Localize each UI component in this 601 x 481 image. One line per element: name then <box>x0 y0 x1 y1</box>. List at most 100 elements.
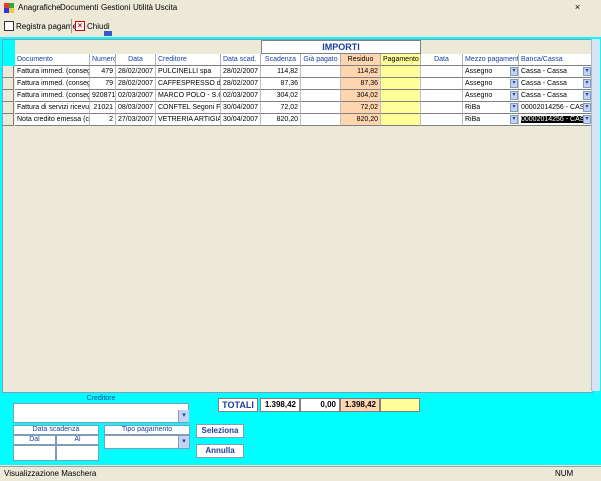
cell-text: Assegno <box>465 92 493 99</box>
cell-data: 28/02/2007 <box>116 66 156 78</box>
cell-text: 820,20 <box>276 116 298 123</box>
status-text: Visualizzazione Maschera <box>4 469 97 478</box>
cell-data-scad: 28/02/2007 <box>221 78 261 90</box>
cell-pagamento[interactable] <box>381 66 421 78</box>
cell-banca[interactable]: Cassa - Cassa ▾ <box>519 66 592 78</box>
vertical-scrollbar[interactable] <box>591 39 600 391</box>
cell-text: 27/03/2007 <box>118 116 154 123</box>
cell-mezzo[interactable]: RiBa ▾ <box>463 114 519 126</box>
cell-documento: Fattura immed. (consegna) acquisto <box>15 90 90 102</box>
cell-text: 02/03/2007 <box>223 92 259 99</box>
cell-pagamento[interactable] <box>381 78 421 90</box>
cell-text: CONFTEL Segoni Francesco ed <box>158 104 221 111</box>
payments-grid: IMPORTI Documento Numero Data Creditore … <box>2 39 593 393</box>
cell-text: 87,36 <box>360 80 378 87</box>
chevron-down-icon[interactable]: ▾ <box>583 79 591 88</box>
menu-utilita[interactable]: Utilità <box>133 3 153 12</box>
cell-pagamento[interactable] <box>381 90 421 102</box>
chevron-down-icon[interactable]: ▾ <box>583 103 591 112</box>
cell-mezzo[interactable]: Assegno ▾ <box>463 78 519 90</box>
col-mezzo-pagamento: Mezzo pagamento <box>463 54 519 66</box>
table-row[interactable]: Fattura di servizi ricevuta 21021 08/03/20… <box>3 102 592 114</box>
row-selector[interactable] <box>3 66 14 78</box>
table-row[interactable]: Fattura immed. (consegna) acquisto 79 28/0… <box>3 78 592 90</box>
cell-text: 87,36 <box>280 80 298 87</box>
chevron-down-icon[interactable]: ▾ <box>178 436 189 448</box>
cell-text: PULCINELLI spa <box>158 68 212 75</box>
chevron-down-icon[interactable]: ▾ <box>583 91 591 100</box>
table-row[interactable]: Nota credito emessa (consegna) 2 27/03/200… <box>3 114 592 126</box>
row-selector[interactable] <box>3 102 14 114</box>
data-scadenza-label: Data scadenza <box>13 425 99 435</box>
cell-text: MARCO POLO - S.C.A.N. <box>158 92 220 99</box>
annulla-button[interactable]: Annulla <box>196 444 244 458</box>
chevron-down-icon[interactable]: ▾ <box>178 410 189 422</box>
chevron-down-icon[interactable]: ▾ <box>583 67 591 76</box>
totale-residuo: 1.398,42 <box>340 398 380 412</box>
dal-label: Dal <box>13 435 56 445</box>
cell-banca[interactable]: Cassa - Cassa ▾ <box>519 90 592 102</box>
cell-text: 21021 <box>93 104 113 111</box>
cell-residuo: 72,02 <box>341 102 381 114</box>
cell-creditore: CONFTEL Segoni Francesco ed <box>156 102 221 114</box>
creditore-select[interactable]: ▾ <box>13 409 189 423</box>
cell-mezzo[interactable]: RiBa ▾ <box>463 102 519 114</box>
cell-text: RiBa <box>465 104 481 111</box>
chevron-down-icon[interactable]: ▾ <box>510 67 518 76</box>
menu-uscita[interactable]: Uscita <box>155 3 177 12</box>
cell-residuo: 87,36 <box>341 78 381 90</box>
cell-text: 28/02/2007 <box>118 80 154 87</box>
cell-banca[interactable]: Cassa - Cassa ▾ <box>519 78 592 90</box>
totale-gia-pagato: 0,00 <box>300 398 340 412</box>
cell-data-pag[interactable] <box>421 90 463 102</box>
menu-documenti[interactable]: Documenti <box>60 3 98 12</box>
cell-text: Cassa - Cassa <box>521 80 567 87</box>
row-selector[interactable] <box>3 114 14 126</box>
toolbar: Registra pagamenti × Chiudi <box>0 16 601 36</box>
cell-banca[interactable]: 00002014256 - CASSA DI RISPARMIO▾ <box>519 102 592 114</box>
menu-gestioni[interactable]: Gestioni <box>101 3 130 12</box>
toolbar-overflow-icon[interactable] <box>104 31 112 36</box>
row-selector[interactable] <box>3 90 14 102</box>
cell-text: 820,20 <box>356 116 378 123</box>
cell-numero: 79 <box>90 78 116 90</box>
dal-input[interactable] <box>13 445 56 461</box>
col-data-pagamento: Data <box>421 54 463 66</box>
col-data: Data <box>116 54 156 66</box>
cell-pagamento[interactable] <box>381 114 421 126</box>
row-selector[interactable] <box>3 78 14 90</box>
cell-scadenza: 72,02 <box>261 102 301 114</box>
chevron-down-icon[interactable]: ▾ <box>583 115 591 124</box>
chevron-down-icon[interactable]: ▾ <box>510 79 518 88</box>
chevron-down-icon[interactable]: ▾ <box>510 103 518 112</box>
cell-pagamento[interactable] <box>381 102 421 114</box>
cell-data-scad: 02/03/2007 <box>221 90 261 102</box>
al-input[interactable] <box>56 445 99 461</box>
cell-text: 30/04/2007 <box>223 104 259 111</box>
cell-scadenza: 820,20 <box>261 114 301 126</box>
cell-text: 114,82 <box>277 68 298 75</box>
cell-text: CAFFESPRESSO di Tordini Roberto & C. <box>158 80 221 87</box>
cell-banca[interactable]: 00002014256 - CASSA DI RISPARMIO▾ <box>519 114 592 126</box>
menu-anagrafiche[interactable]: Anagrafiche <box>18 3 61 12</box>
cell-mezzo[interactable]: Assegno ▾ <box>463 66 519 78</box>
cell-text: 00002014256 - CASSA DI RISPARMIO <box>521 116 591 123</box>
seleziona-button[interactable]: Seleziona <box>196 424 244 438</box>
chevron-down-icon[interactable]: ▾ <box>510 91 518 100</box>
tipo-pagamento-select[interactable]: ▾ <box>104 435 190 449</box>
table-row[interactable]: Fattura immed. (consegna) acquisto 479 28/… <box>3 66 592 78</box>
cell-documento: Nota credito emessa (consegna) <box>15 114 90 126</box>
cell-data-pag[interactable] <box>421 66 463 78</box>
cell-residuo: 114,82 <box>341 66 381 78</box>
table-row[interactable]: Fattura immed. (consegna) acquisto920871… <box>3 90 592 102</box>
chevron-down-icon[interactable]: ▾ <box>510 115 518 124</box>
cell-text: 30/04/2007 <box>223 116 259 123</box>
cell-text: 28/02/2007 <box>223 68 259 75</box>
cell-mezzo[interactable]: Assegno ▾ <box>463 90 519 102</box>
cell-data-pag[interactable] <box>421 102 463 114</box>
cell-data-pag[interactable] <box>421 78 463 90</box>
registra-pagamenti-button[interactable]: Registra pagamenti <box>4 18 85 34</box>
window-close-icon[interactable]: × <box>572 2 583 13</box>
cell-text: Assegno <box>465 80 493 87</box>
cell-data-pag[interactable] <box>421 114 463 126</box>
